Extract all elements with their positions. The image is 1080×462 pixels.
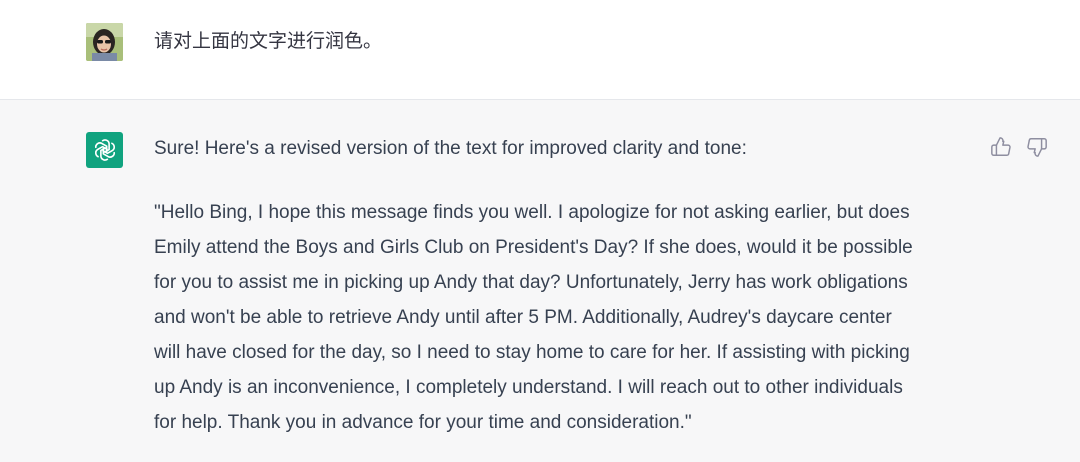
openai-logo-icon [86, 132, 123, 168]
thumbs-up-icon[interactable] [990, 136, 1012, 158]
body-line: Emily attend the Boys and Girls Club on … [154, 237, 913, 258]
body-line: up Andy is an inconvenience, I completel… [154, 377, 903, 398]
assistant-intro-text: Sure! Here's a revised version of the te… [154, 138, 747, 159]
user-message-row: 请对上面的文字进行润色。 [0, 0, 1080, 100]
body-line: will have closed for the day, so I need … [154, 342, 910, 363]
body-line: and won't be able to retrieve Andy until… [154, 307, 892, 328]
assistant-message-row: Sure! Here's a revised version of the te… [0, 100, 1080, 462]
user-avatar [86, 23, 123, 61]
body-line: "Hello Bing, I hope this message finds y… [154, 202, 910, 223]
body-line: for help. Thank you in advance for your … [154, 412, 692, 433]
user-message-text: 请对上面的文字进行润色。 [154, 30, 383, 52]
body-line: for you to assist me in picking up Andy … [154, 272, 908, 293]
thumbs-down-icon[interactable] [1026, 136, 1048, 158]
assistant-body-text: "Hello Bing, I hope this message finds y… [154, 195, 994, 440]
